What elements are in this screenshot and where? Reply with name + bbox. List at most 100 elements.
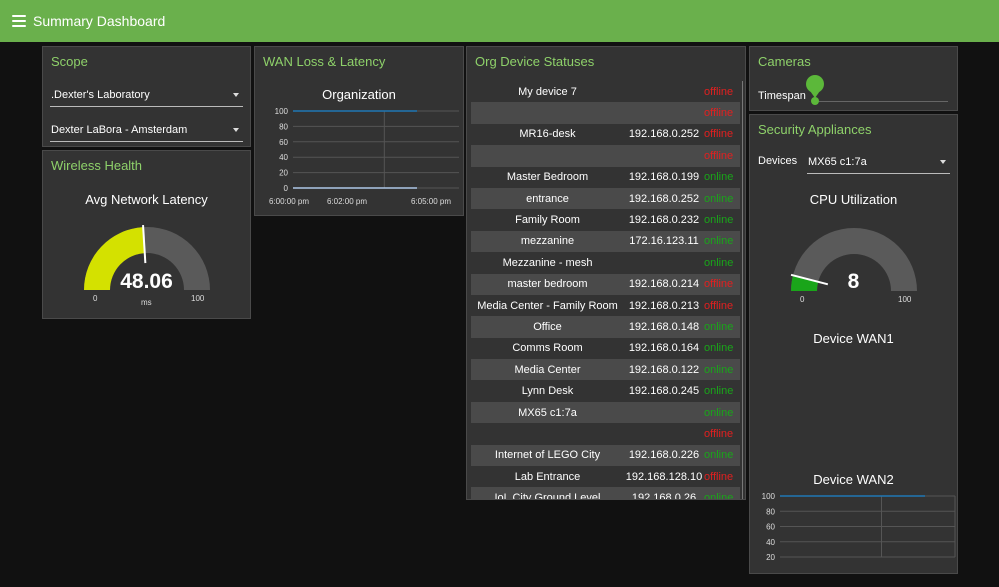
- organization-dropdown[interactable]: .Dexter's Laboratory: [50, 85, 243, 107]
- y-tick-label: 40: [766, 538, 775, 547]
- table-row[interactable]: Office 192.168.0.148 online: [471, 316, 740, 338]
- x-tick-label: 6:00:00 pm: [269, 197, 309, 206]
- device-status: offline: [704, 470, 734, 483]
- y-tick-label: 100: [275, 107, 289, 116]
- table-row[interactable]: MR16-desk 192.168.0.252 offline: [471, 124, 740, 145]
- table-row[interactable]: Master Bedroom 192.168.0.199 online: [471, 167, 740, 188]
- device-name: master bedroom: [507, 278, 588, 291]
- scope-title: Scope: [51, 54, 88, 69]
- table-row[interactable]: Media Center - Family Room 192.168.0.213 o…: [471, 295, 740, 316]
- latency-max-label: 100: [191, 294, 205, 303]
- x-tick-label: 6:05:00 pm: [411, 197, 451, 206]
- device-status: online: [704, 385, 734, 398]
- device-status-table[interactable]: My device 7 offline offline MR16-desk 192.16…: [471, 81, 740, 499]
- table-row[interactable]: My device 7 offline: [471, 81, 740, 102]
- y-tick-label: 20: [279, 169, 288, 178]
- y-tick-label: 60: [766, 523, 775, 532]
- device-name: Comms Room: [512, 342, 583, 355]
- latency-min-label: 0: [93, 294, 98, 303]
- device-name: Mezzanine - mesh: [502, 256, 593, 269]
- y-tick-label: 100: [762, 492, 776, 501]
- table-row[interactable]: Comms Room 192.168.0.164 online: [471, 338, 740, 359]
- device-ip: 192.168.0.252: [628, 128, 700, 141]
- device-name: Media Center - Family Room: [477, 299, 618, 312]
- table-row[interactable]: Media Center 192.168.0.122 online: [471, 359, 740, 381]
- device-wan2-chart: 100 80 60 40 20: [762, 492, 956, 562]
- latency-unit-label: ms: [141, 298, 152, 307]
- timespan-slider-track[interactable]: [816, 101, 948, 102]
- org-device-statuses-title: Org Device Statuses: [475, 54, 595, 69]
- device-status: online: [704, 256, 734, 269]
- device-status: offline: [704, 278, 734, 291]
- device-status: online: [704, 320, 734, 333]
- y-tick-label: 40: [279, 153, 288, 162]
- table-row[interactable]: Internet of LEGO City 192.168.0.226 online: [471, 444, 740, 467]
- device-name: Family Room: [515, 214, 580, 227]
- device-status: offline: [704, 107, 734, 120]
- caret-down-icon: [233, 93, 239, 97]
- table-row[interactable]: mezzanine 172.16.123.11 online: [471, 230, 740, 253]
- caret-down-icon: [233, 128, 239, 132]
- device-name: My device 7: [518, 85, 577, 98]
- device-ip: 192.168.0.252: [628, 192, 700, 205]
- scope-panel: Scope .Dexter's Laboratory Dexter LaBora…: [42, 46, 251, 147]
- cameras-panel: Cameras Timespan: [749, 46, 958, 111]
- device-status: offline: [704, 299, 734, 312]
- y-tick-label: 60: [279, 138, 288, 147]
- table-row[interactable]: offline: [471, 423, 740, 444]
- device-name: entrance: [526, 192, 569, 205]
- app-title: Summary Dashboard: [33, 13, 166, 29]
- table-row[interactable]: Lab Entrance 192.168.128.10 offline: [471, 466, 740, 487]
- network-dropdown[interactable]: Dexter LaBora - Amsterdam: [50, 120, 243, 142]
- device-ip: 192.168.0.164: [628, 342, 700, 355]
- table-row[interactable]: Lynn Desk 192.168.0.245 online: [471, 380, 740, 401]
- device-name: Office: [533, 320, 562, 333]
- device-wan1-title: Device WAN1: [813, 331, 894, 346]
- device-name: Media Center: [514, 363, 581, 376]
- device-status: online: [704, 492, 734, 499]
- table-row[interactable]: Family Room 192.168.0.232 online: [471, 209, 740, 230]
- cpu-min-label: 0: [800, 295, 805, 304]
- hamburger-menu-icon[interactable]: [12, 15, 26, 27]
- wireless-health-panel: Wireless Health Avg Network Latency 48.0…: [42, 150, 251, 319]
- device-ip: 192.168.0.214: [628, 278, 700, 291]
- table-row[interactable]: MX65 c1:7a online: [471, 401, 740, 424]
- device-ip: 192.168.0.232: [628, 214, 700, 227]
- cpu-max-label: 100: [898, 295, 912, 304]
- device-status: online: [704, 342, 734, 355]
- device-name: mezzanine: [520, 235, 575, 248]
- y-tick-label: 80: [766, 507, 775, 516]
- table-row[interactable]: master bedroom 192.168.0.214 offline: [471, 273, 740, 295]
- device-name: MX65 c1:7a: [518, 406, 577, 419]
- table-row[interactable]: offline: [471, 145, 740, 167]
- table-row[interactable]: IoL City Ground Level 192.168.0.26 online: [471, 487, 740, 499]
- device-status: offline: [704, 427, 734, 440]
- device-status: online: [704, 235, 734, 248]
- top-bar: Summary Dashboard: [0, 0, 999, 42]
- device-name: MR16-desk: [519, 128, 576, 141]
- device-status: online: [704, 363, 734, 376]
- table-row[interactable]: Mezzanine - mesh online: [471, 252, 740, 273]
- cpu-value: 8: [847, 270, 860, 293]
- table-row[interactable]: offline: [471, 102, 740, 124]
- device-ip: 192.168.0.26: [631, 492, 697, 499]
- device-ip: 192.168.128.10: [625, 470, 703, 483]
- table-row[interactable]: entrance 192.168.0.252 online: [471, 187, 740, 210]
- slider-handle-icon[interactable]: [804, 74, 826, 106]
- y-tick-label: 0: [284, 184, 289, 193]
- org-device-statuses-panel: Org Device Statuses My device 7 offline of…: [466, 46, 746, 500]
- device-status: online: [704, 214, 734, 227]
- wan-loss-latency-chart: 100 80 60 40 20 0 6:00:00 pm 6:02:00 pm 6:05:00 …: [269, 107, 459, 206]
- device-name: Lynn Desk: [521, 385, 574, 398]
- device-status: offline: [704, 85, 734, 98]
- device-name: Lab Entrance: [514, 470, 581, 483]
- organization-value: .Dexter's Laboratory: [51, 89, 150, 101]
- device-status: online: [704, 449, 734, 462]
- latency-gauge: [84, 225, 210, 290]
- device-status: online: [704, 406, 734, 419]
- device-table-scrollbar[interactable]: [742, 81, 743, 499]
- device-ip: 192.168.0.226: [628, 449, 700, 462]
- device-wan2-title: Device WAN2: [813, 472, 894, 487]
- device-status: online: [704, 192, 734, 205]
- x-tick-label: 6:02:00 pm: [327, 197, 367, 206]
